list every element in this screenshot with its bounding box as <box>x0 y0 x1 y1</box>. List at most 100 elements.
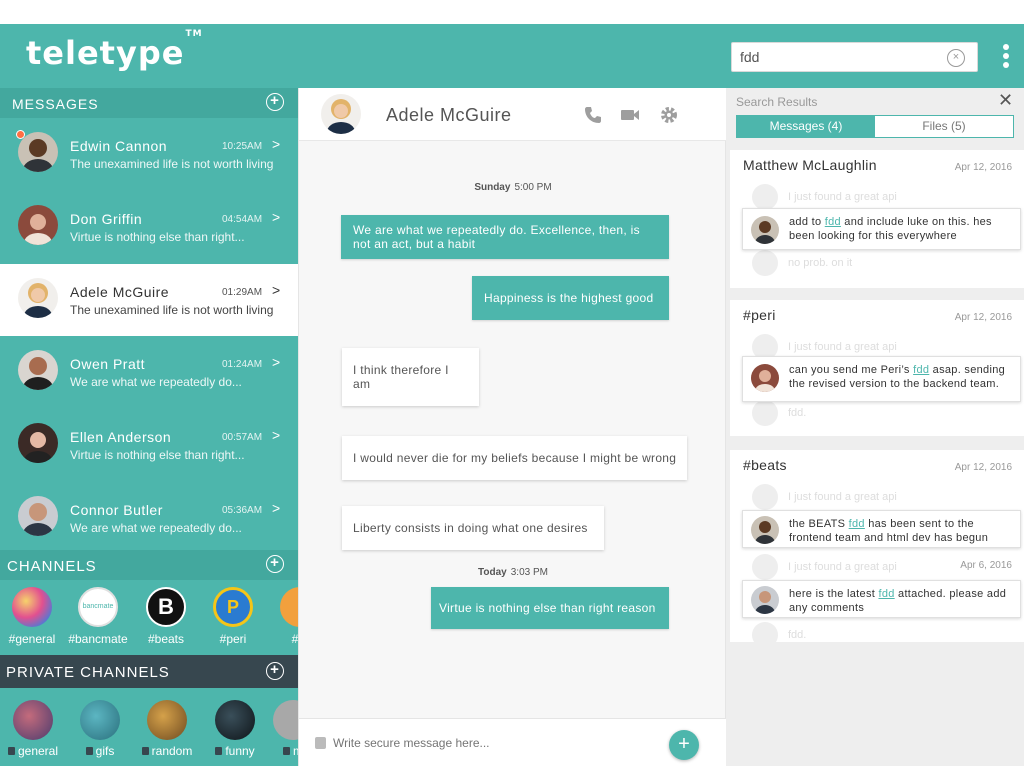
messages-header: MESSAGES + <box>0 88 298 118</box>
result-card[interactable]: Matthew McLaughlin Apr 12, 2016 I just f… <box>730 150 1024 288</box>
avatar <box>18 423 58 463</box>
lock-icon <box>85 747 93 755</box>
avatar <box>751 364 779 392</box>
sidebar: MESSAGES + Edwin Cannon 10:25AM > The un… <box>0 88 298 766</box>
conversation-preview: We are what we repeatedly do... <box>70 375 242 389</box>
result-hit[interactable]: the BEATS fdd has been sent to the front… <box>742 510 1021 548</box>
chevron-right-icon: > <box>272 209 281 225</box>
channel-item[interactable]: #general <box>2 587 62 646</box>
conversation-item[interactable]: Ellen Anderson 00:57AM > Virtue is nothi… <box>0 409 298 481</box>
message-bubble-outgoing: We are what we repeatedly do. Excellence… <box>341 215 669 259</box>
chevron-right-icon: > <box>272 500 281 516</box>
avatar <box>751 516 779 544</box>
context-message: fdd. <box>752 622 806 648</box>
status-bar <box>0 0 1024 24</box>
channel-item[interactable]: #fu <box>270 587 298 646</box>
app-header: teletypeTM × <box>0 24 1024 88</box>
day-separator: Today 3:03 PM <box>478 567 548 578</box>
results-title: Search Results <box>736 95 818 109</box>
private-channel-item[interactable]: m <box>262 700 298 758</box>
conversation-item[interactable]: Connor Butler 05:36AM > We are what we r… <box>0 482 298 554</box>
channel-item[interactable]: B #beats <box>136 587 196 646</box>
clear-search-icon[interactable]: × <box>947 49 965 67</box>
app-logo: teletypeTM <box>26 29 203 72</box>
context-message: I just found a great api <box>752 554 897 580</box>
channel-icon: bancmate <box>78 587 118 627</box>
conversation-item-active[interactable]: Adele McGuire 01:29AM > The unexamined l… <box>0 264 298 336</box>
conversation-item[interactable]: Owen Pratt 01:24AM > We are what we repe… <box>0 336 298 408</box>
result-text: the BEATS fdd has been sent to the front… <box>789 518 989 544</box>
message-composer: + <box>299 718 727 766</box>
close-icon[interactable]: ✕ <box>998 90 1013 111</box>
result-date: Apr 12, 2016 <box>954 462 1012 473</box>
add-private-channel-icon[interactable]: + <box>266 662 284 680</box>
avatar <box>18 205 58 245</box>
avatar <box>18 496 58 536</box>
lock-icon <box>7 747 15 755</box>
conversation-time: 01:29AM <box>222 287 263 298</box>
search-box[interactable]: × <box>731 42 978 72</box>
avatar <box>751 216 779 244</box>
avatar <box>18 350 58 390</box>
conversation-name: Adele McGuire <box>70 284 170 300</box>
channel-item[interactable]: P #peri <box>203 587 263 646</box>
result-text: can you send me Peri’s fdd asap. sending… <box>789 364 1006 390</box>
private-channel-item[interactable]: gifs <box>69 700 131 758</box>
message-input[interactable] <box>333 736 633 750</box>
private-channels-header: PRIVATE CHANNELS + <box>0 655 298 688</box>
conversation-preview: Virtue is nothing else than right... <box>70 448 245 462</box>
tab-messages[interactable]: Messages (4) <box>737 116 875 137</box>
private-channel-item[interactable]: random <box>136 700 198 758</box>
channel-label: #general <box>8 632 56 646</box>
result-card[interactable]: #beats Apr 12, 2016 I just found a great… <box>730 450 1024 648</box>
conversation-name: Owen Pratt <box>70 356 146 372</box>
add-channel-icon[interactable]: + <box>266 555 284 573</box>
message-bubble-incoming: Liberty consists in doing what one desir… <box>342 506 604 550</box>
channel-icon <box>280 587 298 627</box>
result-text: here is the latest fdd attached. please … <box>789 588 1007 614</box>
send-button[interactable]: + <box>669 730 699 760</box>
context-message: I just found a great api <box>752 484 897 510</box>
channel-icon <box>147 700 187 740</box>
conversation-time: 04:54AM <box>222 214 263 225</box>
message-bubble-outgoing: Happiness is the highest good <box>472 276 669 320</box>
result-hit[interactable]: can you send me Peri’s fdd asap. sending… <box>742 356 1021 402</box>
phone-icon[interactable] <box>583 105 603 125</box>
search-results-panel: Search Results ✕ Messages (4) Files (5) … <box>726 88 1024 766</box>
conversation-item[interactable]: Edwin Cannon 10:25AM > The unexamined li… <box>0 118 298 190</box>
channel-item[interactable]: bancmate #bancmate <box>68 587 128 646</box>
conversation-preview: The unexamined life is not worth living <box>70 303 274 317</box>
chevron-right-icon: > <box>272 427 281 443</box>
channel-icon: P <box>213 587 253 627</box>
tab-files[interactable]: Files (5) <box>875 116 1013 137</box>
day-separator: Sunday 5:00 PM <box>474 182 552 193</box>
result-card[interactable]: #peri Apr 12, 2016 I just found a great … <box>730 300 1024 436</box>
message-bubble-incoming: I would never die for my beliefs because… <box>342 436 687 480</box>
more-options-icon[interactable] <box>1000 44 1012 70</box>
result-hit[interactable]: add to fdd and include luke on this. hes… <box>742 208 1021 250</box>
search-input[interactable] <box>740 49 940 65</box>
private-channel-item[interactable]: funny <box>204 700 266 758</box>
channel-icon: B <box>146 587 186 627</box>
add-message-icon[interactable]: + <box>266 93 284 111</box>
conversation-name: Don Griffin <box>70 211 143 227</box>
conversation-time: 05:36AM <box>222 505 263 516</box>
lock-icon <box>215 747 223 755</box>
conversation-time: 10:25AM <box>222 141 263 152</box>
context-message: no prob. on it <box>752 250 852 276</box>
gear-icon[interactable] <box>659 105 679 125</box>
avatar <box>751 586 779 614</box>
avatar <box>18 278 58 318</box>
video-camera-icon[interactable] <box>620 105 640 125</box>
chevron-right-icon: > <box>272 354 281 370</box>
private-channel-item[interactable]: general <box>2 700 64 758</box>
conversation-name: Edwin Cannon <box>70 138 168 154</box>
result-hit[interactable]: here is the latest fdd attached. please … <box>742 580 1021 618</box>
channel-label: #peri <box>219 632 247 646</box>
channel-icon <box>80 700 120 740</box>
chevron-right-icon: > <box>272 282 281 298</box>
unread-dot <box>16 130 25 139</box>
conversation-item[interactable]: Don Griffin 04:54AM > Virtue is nothing … <box>0 191 298 263</box>
conversation-time: 01:24AM <box>222 359 263 370</box>
channel-icon <box>273 700 298 740</box>
